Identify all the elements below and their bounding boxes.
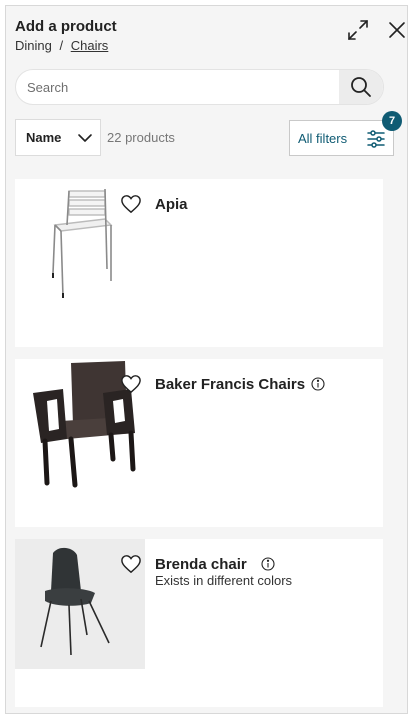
expand-icon [348,20,368,40]
close-button[interactable] [384,17,407,43]
panel-title: Add a product [15,18,117,35]
breadcrumb: Dining / Chairs [15,38,108,53]
product-subtitle: Exists in different colors [155,573,293,588]
heart-icon[interactable] [120,194,142,214]
breadcrumb-item-chairs[interactable]: Chairs [71,38,109,53]
add-product-panel: Add a product Dining / Chairs Name 22 pr… [5,5,408,714]
breadcrumb-item-dining[interactable]: Dining [15,38,52,53]
product-image-apia [52,188,113,298]
heart-icon[interactable] [120,554,142,574]
product-name[interactable]: Baker Francis Chairs [155,376,305,393]
info-icon[interactable] [261,557,275,571]
sort-selected-value: Name [26,130,62,145]
all-filters-button[interactable]: All filters [289,120,394,156]
heart-icon[interactable] [120,374,142,394]
search-bar [15,69,384,105]
filter-count-badge: 7 [382,111,402,131]
product-card-baker-francis-chairs[interactable]: Baker Francis Chairs [15,359,383,527]
all-filters-label: All filters [298,130,348,146]
product-name[interactable]: Apia [155,196,188,213]
info-icon[interactable] [311,377,325,391]
chevron-down-icon [78,134,92,142]
close-icon [389,22,405,38]
search-input[interactable] [16,70,338,104]
product-name[interactable]: Brenda chair [155,556,247,573]
expand-button[interactable] [345,17,371,43]
product-count: 22 products [107,130,175,145]
breadcrumb-separator: / [59,38,64,53]
search-icon [351,77,371,97]
search-button[interactable] [339,70,383,104]
product-card-apia[interactable]: Apia [15,179,383,347]
sort-dropdown[interactable]: Name [15,119,101,156]
filter-sliders-icon [367,130,385,148]
product-card-brenda-chair[interactable]: Brenda chair Exists in different colors [15,539,383,707]
